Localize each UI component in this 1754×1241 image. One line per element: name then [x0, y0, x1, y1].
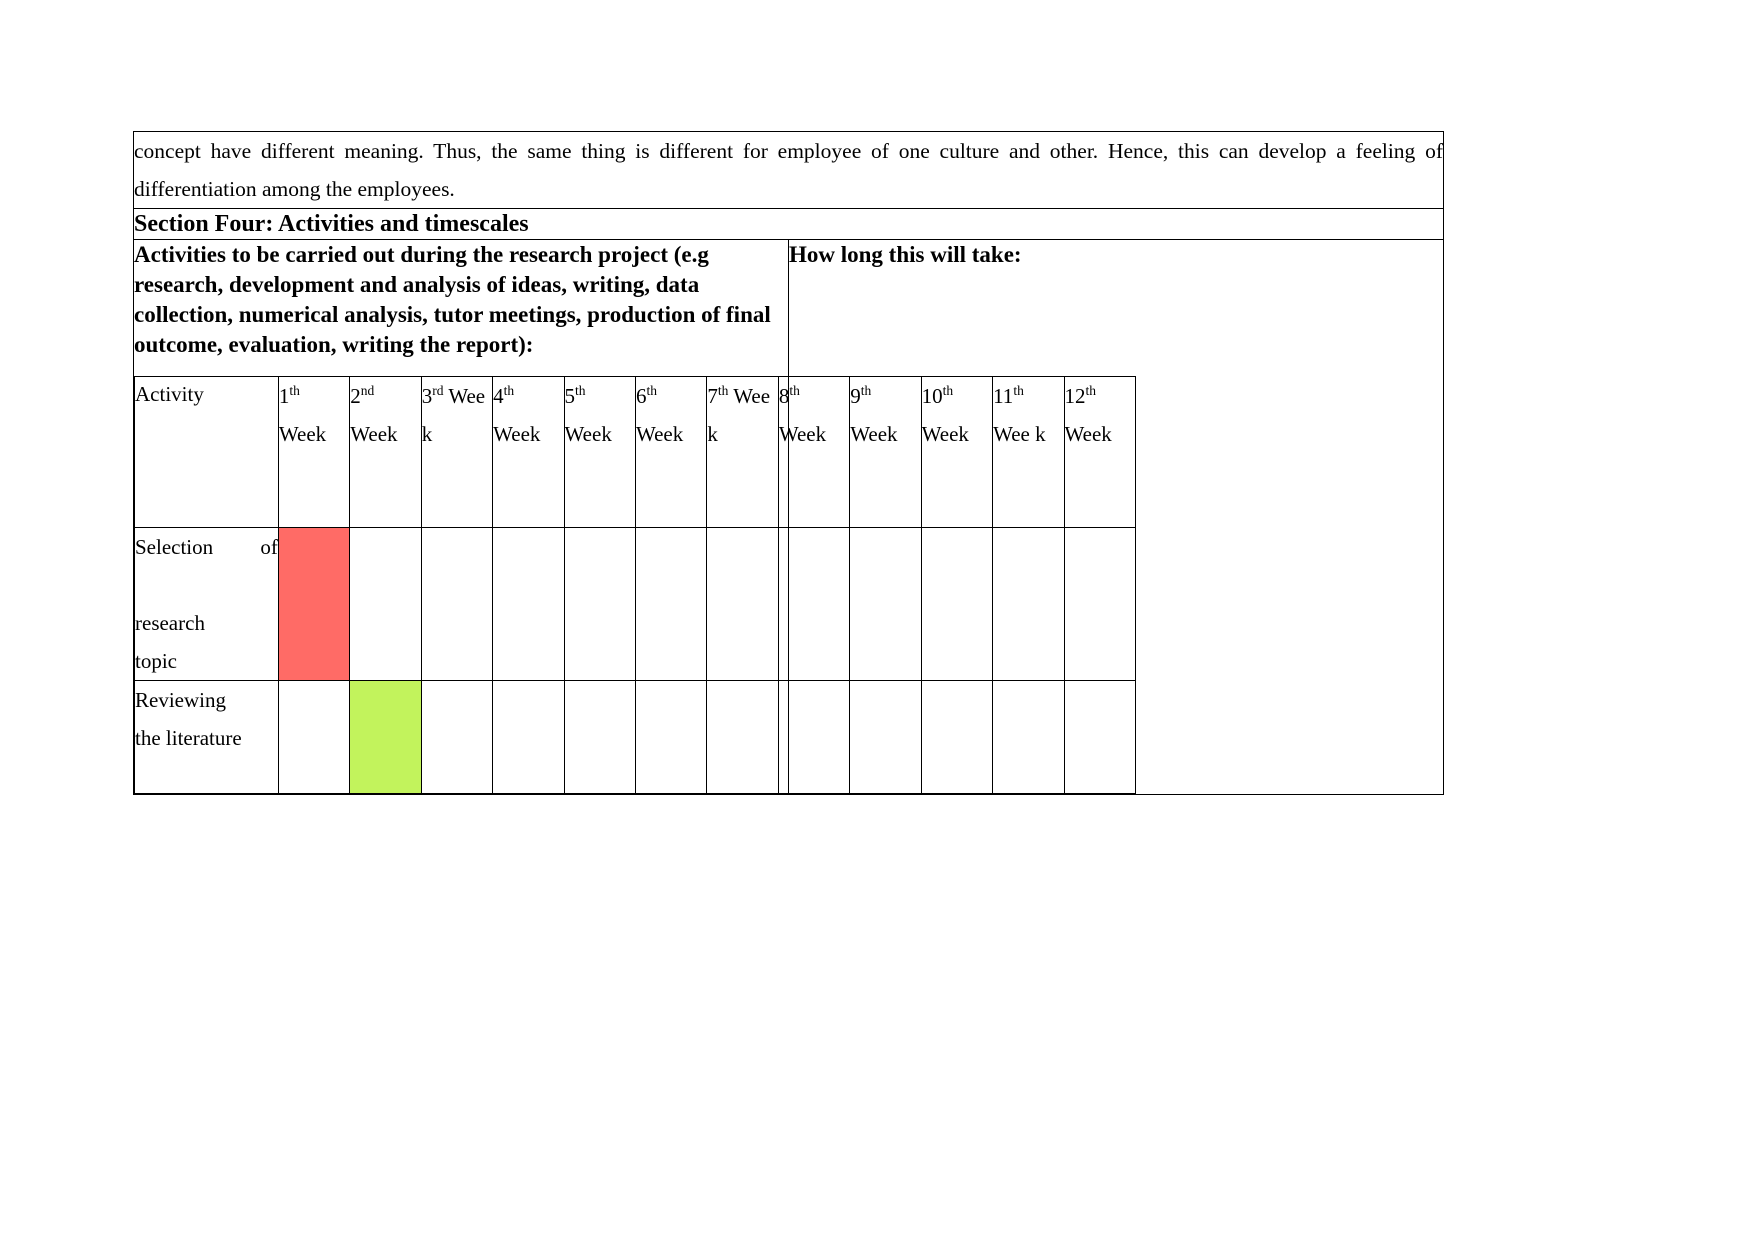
week-ordinal-1: th — [289, 383, 300, 398]
activity-label-row-1-line2: research — [135, 611, 205, 635]
week-ordinal-10: th — [942, 383, 954, 398]
week-word-12: Week — [1064, 422, 1112, 446]
week-number-3: 3 — [421, 384, 433, 408]
week-word-1: Week — [278, 422, 327, 446]
week-number-6: 6 — [635, 384, 647, 408]
gantt-header-week-5: 5th Week — [563, 376, 636, 528]
gantt-cell-r1-w7[interactable] — [706, 527, 779, 681]
week-ordinal-12: th — [1085, 383, 1097, 398]
gantt-cell-r2-w3[interactable] — [420, 680, 494, 794]
gantt-cell-r1-w4[interactable] — [492, 527, 565, 681]
gantt-header-week-6: 6th Week — [634, 376, 708, 528]
week-word-10: Week — [921, 422, 969, 446]
week-number-2: 2 — [350, 384, 361, 408]
gantt-header-week-2: 2nd Week — [349, 376, 422, 528]
week-ordinal-11: th — [1013, 383, 1024, 398]
activity-label-row-1-line1: Selection of — [135, 535, 278, 559]
gantt-header-week-1: 1th Week — [277, 376, 351, 528]
activity-label-row-2-line1: Reviewing — [135, 688, 226, 712]
activities-cell: Activities to be carried out during the … — [133, 239, 1136, 795]
gantt-header-week-4: 4th Week — [492, 376, 565, 528]
gantt-cell-r1-w6[interactable] — [634, 527, 708, 681]
week-number-8: 8 — [778, 384, 790, 408]
week-ordinal-6: th — [646, 383, 657, 398]
activities-row: Activities to be carried out during the … — [133, 239, 1444, 795]
gantt-cell-r2-w2[interactable] — [349, 680, 422, 794]
paragraph-row: concept have different meaning. Thus, th… — [133, 131, 1444, 209]
week-ordinal-9: th — [860, 383, 872, 398]
gantt-cell-r1-w2[interactable] — [349, 527, 422, 681]
week-number-10: 10 — [921, 384, 943, 408]
week-ordinal-2: nd — [360, 383, 375, 398]
how-long-label: How long this will take: — [789, 242, 1022, 267]
gantt-cell-r2-w5[interactable] — [563, 680, 636, 794]
week-word-6: Week — [635, 422, 684, 446]
week-word-2: Week — [350, 422, 398, 446]
week-number-11: 11 — [993, 384, 1014, 408]
document-page: concept have different meaning. Thus, th… — [0, 0, 1754, 1241]
section-title: Section Four: Activities and timescales — [134, 211, 529, 237]
activity-label-row-1: Selection of research topic — [134, 527, 279, 681]
gantt-cell-r1-w1[interactable] — [277, 527, 351, 681]
week-word-4: Week — [493, 422, 541, 446]
week-word-5: Week — [564, 422, 612, 446]
activity-label-row-1-line3: topic — [135, 649, 177, 673]
week-number-4: 4 — [493, 384, 504, 408]
week-word-11: Wee k — [993, 422, 1046, 446]
gantt-cell-r2-w4[interactable] — [492, 680, 565, 794]
gantt-cell-r1-w5[interactable] — [563, 527, 636, 681]
week-ordinal-4: th — [503, 383, 515, 398]
document-outer-table: concept have different meaning. Thus, th… — [133, 131, 1444, 795]
week-number-7: 7 — [707, 384, 718, 408]
week-number-9: 9 — [850, 384, 861, 408]
week-ordinal-7: th — [717, 383, 729, 398]
gantt-cell-r1-w3[interactable] — [420, 527, 494, 681]
week-ordinal-3: rd — [432, 383, 444, 398]
gantt-header-week-7: 7th Wee k — [706, 376, 779, 528]
section-heading-row: Section Four: Activities and timescales — [133, 208, 1444, 240]
week-word-9: Week — [850, 422, 898, 446]
activities-prompt: Activities to be carried out during the … — [134, 242, 771, 357]
gantt-cell-r2-w6[interactable] — [634, 680, 708, 794]
week-ordinal-8: th — [789, 383, 800, 398]
activity-label-row-2-line2: the literature — [135, 726, 242, 750]
activity-header-label: Activity — [135, 382, 204, 406]
week-number-1: 1 — [278, 384, 290, 408]
section-heading-cell: Section Four: Activities and timescales — [133, 208, 1444, 240]
week-number-12: 12 — [1064, 384, 1086, 408]
week-ordinal-5: th — [575, 383, 586, 398]
week-word-8: Week — [778, 422, 827, 446]
how-long-cell: How long this will take: — [788, 239, 1444, 795]
gantt-header-week-3: 3rd Wee k — [420, 376, 494, 528]
paragraph-cell: concept have different meaning. Thus, th… — [133, 131, 1444, 209]
gantt-header-activity: Activity — [134, 376, 279, 528]
gantt-cell-r2-w7[interactable] — [706, 680, 779, 794]
activity-label-row-2: Reviewing the literature — [134, 680, 279, 794]
body-paragraph: concept have different meaning. Thus, th… — [134, 139, 1443, 201]
gantt-cell-r2-w1[interactable] — [277, 680, 351, 794]
week-number-5: 5 — [564, 384, 576, 408]
